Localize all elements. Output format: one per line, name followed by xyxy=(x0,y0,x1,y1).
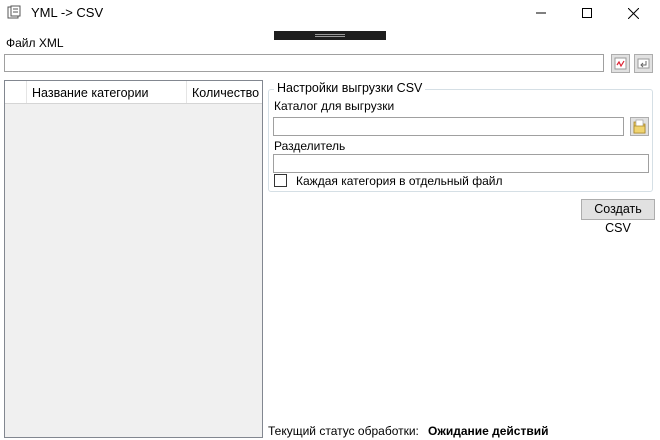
per-category-checkbox-label[interactable]: Каждая категория в отдельный файл xyxy=(296,174,502,188)
output-dir-input[interactable] xyxy=(273,117,624,136)
close-button[interactable] xyxy=(610,0,656,26)
validate-icon xyxy=(614,57,627,70)
per-category-checkbox[interactable] xyxy=(274,174,287,187)
validate-xml-button[interactable] xyxy=(611,54,630,73)
enter-xml-button[interactable] xyxy=(634,54,653,73)
column-header-count[interactable]: Количество xyxy=(187,81,262,103)
minimize-icon xyxy=(536,12,546,14)
enter-icon xyxy=(637,58,650,69)
app-icon xyxy=(7,5,21,19)
separator-label: Разделитель xyxy=(274,139,346,153)
grid-header: Название категории Количество xyxy=(5,81,262,104)
csv-settings-legend: Настройки выгрузки CSV xyxy=(274,81,426,95)
select-all-header[interactable] xyxy=(5,81,27,103)
window-title: YML -> CSV xyxy=(31,5,104,20)
separator-input[interactable] xyxy=(273,154,649,173)
minimize-button[interactable] xyxy=(518,0,564,26)
folder-icon xyxy=(633,119,646,134)
status-value: Ожидание действий xyxy=(428,424,549,438)
column-header-category-name[interactable]: Название категории xyxy=(27,81,187,103)
browse-folder-button[interactable] xyxy=(630,117,649,136)
xml-file-label: Файл XML xyxy=(6,36,64,50)
create-csv-button[interactable]: Создать CSV xyxy=(581,199,655,235)
maximize-icon xyxy=(582,8,592,18)
output-dir-label: Каталог для выгрузки xyxy=(274,99,395,113)
category-grid[interactable]: Название категории Количество xyxy=(4,80,263,438)
xml-file-input[interactable] xyxy=(4,54,604,72)
maximize-button[interactable] xyxy=(564,0,610,26)
drag-handle[interactable] xyxy=(274,31,386,40)
status-label: Текущий статус обработки: xyxy=(268,424,419,438)
close-icon xyxy=(627,7,639,19)
